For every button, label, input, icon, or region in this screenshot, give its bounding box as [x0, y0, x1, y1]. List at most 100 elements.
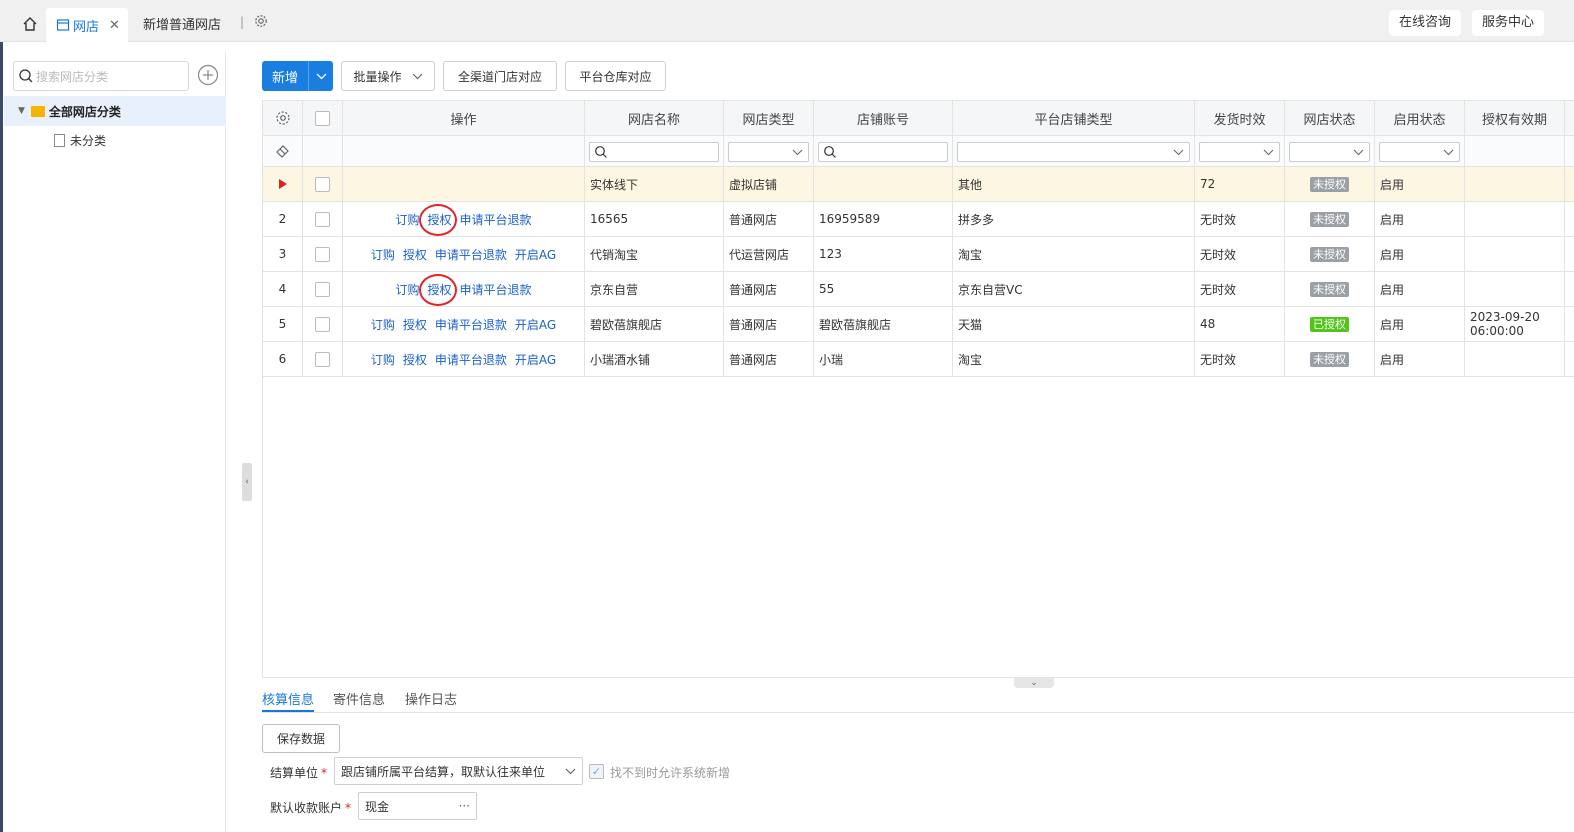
col-header-name[interactable]: 网店名称 — [585, 101, 724, 135]
cell-type: 虚拟店铺 — [724, 167, 814, 201]
tab-shipping[interactable]: 寄件信息 — [333, 689, 385, 708]
row-checkbox-cell — [303, 342, 343, 376]
column-settings-icon[interactable] — [263, 101, 303, 135]
row-op-link[interactable]: 申请平台退款 — [460, 211, 532, 228]
filter-enabled-select[interactable] — [1379, 142, 1460, 162]
cell-platform-text: 其他 — [958, 177, 983, 192]
tab-new-shop[interactable]: 新增普通网店 — [143, 14, 221, 33]
row-checkbox[interactable] — [315, 351, 330, 367]
row-op-link[interactable]: 订购 — [371, 351, 395, 368]
row-op-link[interactable]: 开启AG — [515, 351, 556, 368]
table-row[interactable]: 4 订购 授权 申请平台退款 京东自营 普通网店 55 京东自营VC 无时效 未授权 启用 — [263, 272, 1574, 307]
filter-status-select[interactable] — [1289, 142, 1370, 162]
row-op-link[interactable]: 开启AG — [515, 246, 556, 263]
table-row[interactable]: 实体线下 虚拟店铺 其他 72 未授权 启用 — [263, 167, 1574, 202]
clear-filter-icon[interactable] — [263, 136, 303, 166]
col-header-platform[interactable]: 平台店铺类型 — [953, 101, 1195, 135]
row-op-link[interactable]: 申请平台退款 — [460, 281, 532, 298]
shop-tab-icon — [56, 19, 70, 31]
add-category-icon[interactable] — [197, 64, 219, 86]
filter-status-cell — [1285, 136, 1375, 166]
batch-operation-label: 批量操作 — [353, 69, 402, 84]
col-header-ship[interactable]: 发货时效 — [1195, 101, 1285, 135]
table-row[interactable]: 2 订购 授权 申请平台退款 16565 普通网店 16959589 拼多多 无时效 未授权 启用 — [263, 202, 1574, 237]
left-edge-bar — [0, 42, 3, 832]
cell-status: 未授权 — [1285, 167, 1375, 201]
gear-icon[interactable] — [254, 14, 268, 31]
col-header-expire[interactable]: 授权有效期 — [1465, 101, 1565, 135]
allow-add-checkbox[interactable]: ✓ — [589, 764, 604, 779]
cell-enabled-text: 启用 — [1380, 352, 1405, 367]
settle-unit-select[interactable]: 跟店铺所属平台结算，取默认往来单位 — [334, 757, 583, 785]
row-ops-cell — [343, 167, 585, 201]
row-op-link[interactable]: 授权 — [403, 316, 427, 333]
home-icon[interactable] — [14, 8, 46, 40]
cell-status: 未授权 — [1285, 342, 1375, 376]
row-checkbox[interactable] — [315, 211, 330, 227]
cell-status: 已授权 — [1285, 307, 1375, 341]
more-icon[interactable]: ··· — [459, 799, 470, 813]
filter-name-input[interactable] — [589, 142, 719, 162]
row-op-link[interactable]: 订购 — [395, 281, 419, 298]
cell-ship: 无时效 — [1195, 237, 1285, 271]
col-header-ops[interactable]: 操作 — [343, 101, 585, 135]
online-consult-button[interactable]: 在线咨询 — [1389, 10, 1462, 36]
table-row[interactable]: 6 订购 授权 申请平台退款 开启AG 小瑞酒水铺 普通网店 小瑞 淘宝 无时效 未授权 启用 — [263, 342, 1574, 377]
category-search-input[interactable]: 搜索网店分类 — [13, 61, 189, 91]
cell-name: 代销淘宝 — [585, 237, 724, 271]
row-op-link[interactable]: 申请平台退款 — [435, 246, 507, 263]
col-header-account[interactable]: 店铺账号 — [814, 101, 953, 135]
row-op-link[interactable]: 订购 — [371, 246, 395, 263]
row-op-link[interactable]: 申请平台退款 — [435, 316, 507, 333]
row-checkbox[interactable] — [315, 246, 330, 262]
row-op-link[interactable]: 订购 — [371, 316, 395, 333]
tree-node-all[interactable]: ▼ 全部网店分类 — [4, 96, 226, 126]
row-op-link[interactable]: 订购 — [395, 211, 419, 228]
row-number: 5 — [278, 317, 287, 331]
row-op-link[interactable]: 授权 — [419, 203, 458, 236]
row-op-link[interactable]: 授权 — [403, 246, 427, 263]
col-header-type[interactable]: 网店类型 — [724, 101, 814, 135]
save-data-button[interactable]: 保存数据 — [262, 724, 340, 753]
col-header-status[interactable]: 网店状态 — [1285, 101, 1375, 135]
sidebar-collapse-handle[interactable]: ‹ — [242, 463, 252, 501]
row-op-link[interactable]: 申请平台退款 — [435, 351, 507, 368]
default-account-input[interactable]: 现金 ··· — [358, 792, 477, 820]
row-op-link[interactable]: 授权 — [419, 273, 458, 306]
chevron-down-icon[interactable] — [308, 61, 333, 91]
close-icon[interactable]: ✕ — [109, 18, 120, 33]
settle-unit-label: 结算单位 * — [270, 764, 327, 781]
tree-node-uncategorized[interactable]: 未分类 — [54, 132, 106, 149]
tab-operation-log[interactable]: 操作日志 — [405, 689, 457, 708]
cell-type-text: 普通网店 — [729, 352, 778, 367]
row-checkbox[interactable] — [315, 176, 330, 192]
new-button[interactable]: 新增 — [262, 61, 333, 91]
caret-down-icon[interactable]: ▼ — [18, 106, 25, 116]
filter-ship-select[interactable] — [1199, 142, 1280, 162]
filter-platform-select[interactable] — [957, 142, 1190, 162]
row-op-link[interactable]: 开启AG — [515, 316, 556, 333]
service-center-button[interactable]: 服务中心 — [1472, 10, 1545, 36]
chevron-down-icon — [1353, 149, 1364, 156]
cell-platform-text: 淘宝 — [958, 247, 983, 262]
table-row[interactable]: 5 订购 授权 申请平台退款 开启AG 碧欧蓓旗舰店 普通网店 碧欧蓓旗舰店 天猫 48 已授权 启用… — [263, 307, 1574, 342]
channel-store-button[interactable]: 全渠道门店对应 — [443, 61, 557, 91]
filter-type-select[interactable] — [728, 142, 809, 162]
col-header-enabled[interactable]: 启用状态 — [1375, 101, 1465, 135]
cell-account: 碧欧蓓旗舰店 — [814, 307, 953, 341]
platform-warehouse-button[interactable]: 平台仓库对应 — [565, 61, 666, 91]
current-row-icon — [278, 179, 287, 189]
row-checkbox[interactable] — [315, 281, 330, 297]
tab-accounting[interactable]: 核算信息 — [262, 689, 315, 712]
row-checkbox[interactable] — [315, 316, 330, 332]
filter-account-input[interactable] — [818, 142, 948, 162]
table-row[interactable]: 3 订购 授权 申请平台退款 开启AG 代销淘宝 代运营网店 123 淘宝 无时效 未授权 启用 — [263, 237, 1574, 272]
settle-unit-label-text: 结算单位 — [270, 766, 319, 780]
cell-type-text: 普通网店 — [729, 212, 778, 227]
cell-enabled: 启用 — [1375, 202, 1465, 236]
select-all-checkbox[interactable] — [303, 101, 343, 135]
tab-shop[interactable]: 网店 ✕ — [46, 8, 128, 42]
row-op-link[interactable]: 授权 — [403, 351, 427, 368]
required-mark: * — [345, 801, 352, 815]
batch-operation-button[interactable]: 批量操作 — [341, 61, 435, 91]
